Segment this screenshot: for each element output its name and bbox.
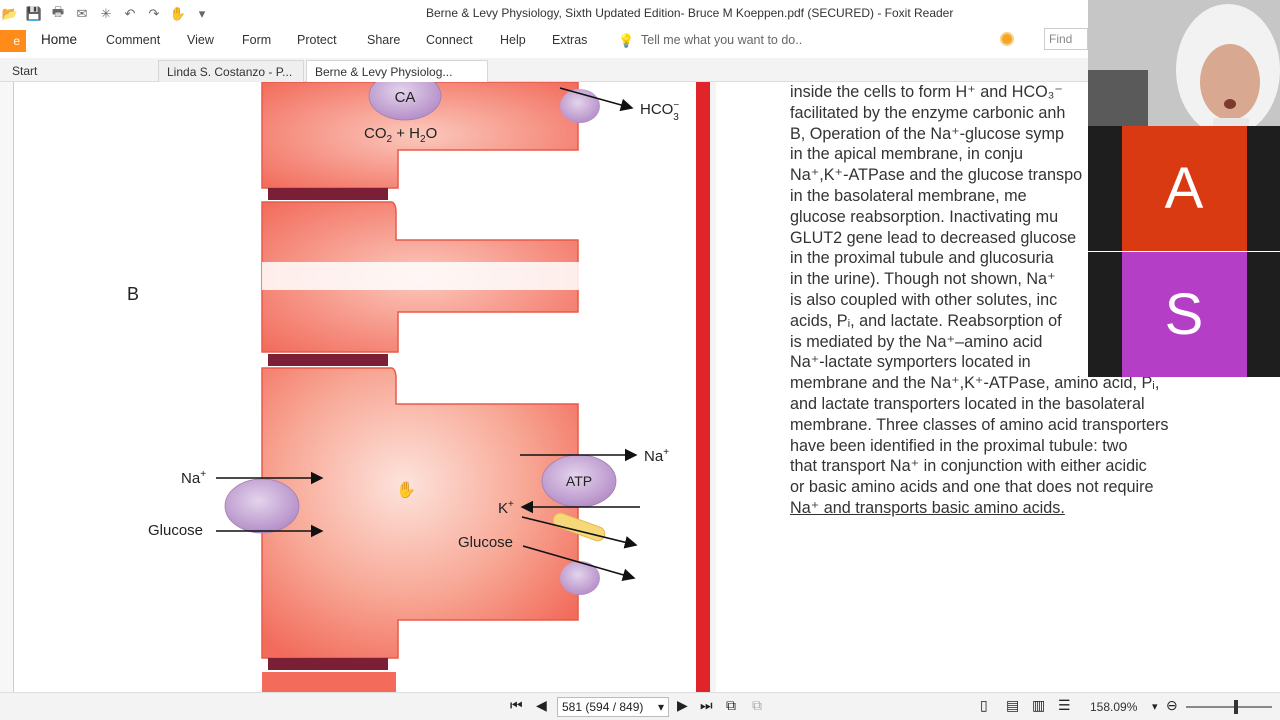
tell-me-search[interactable]: Tell me what you want to do.. bbox=[641, 33, 802, 47]
glucose-left-label: Glucose bbox=[148, 522, 203, 539]
tight-junction bbox=[268, 354, 388, 366]
save-icon[interactable]: 💾 bbox=[26, 6, 42, 22]
hand-cursor-icon: ✋ bbox=[396, 480, 416, 499]
text-line: or basic amino acids and one that does n… bbox=[790, 478, 1154, 497]
next-page-icon[interactable]: ▶ bbox=[677, 697, 688, 714]
ca-label: CA bbox=[395, 89, 416, 106]
tab-costanzo[interactable]: Linda S. Costanzo - P... bbox=[158, 60, 304, 82]
na-right-label: Na+ bbox=[644, 447, 669, 465]
menu-item-protect[interactable]: Protect bbox=[297, 33, 337, 47]
tab-label: Linda S. Costanzo - P... bbox=[167, 65, 293, 79]
continuous-facing-icon[interactable]: ☰ bbox=[1058, 697, 1071, 714]
reflow-icon[interactable]: ⧉ bbox=[752, 697, 762, 714]
document-tabs: Start Linda S. Costanzo - P... Berne & L… bbox=[0, 58, 1088, 94]
participant-avatar: S bbox=[1121, 252, 1247, 377]
tight-junction bbox=[268, 658, 388, 670]
menu-item-home[interactable]: Home bbox=[41, 32, 77, 47]
print-icon[interactable]: 🖶 bbox=[50, 4, 66, 22]
tab-label: Berne & Levy Physiolog... bbox=[315, 65, 453, 79]
tight-junction bbox=[268, 188, 388, 200]
last-page-icon[interactable]: ⏭ bbox=[700, 697, 713, 714]
page-number-text: 581 (594 / 849) bbox=[562, 700, 644, 714]
menu-item-share[interactable]: Share bbox=[367, 33, 400, 47]
participant-tile-s[interactable]: S bbox=[1088, 252, 1280, 377]
open-folder-icon[interactable]: 📂 bbox=[2, 6, 18, 22]
menu-item-form[interactable]: Form bbox=[242, 33, 271, 47]
smiley-icon[interactable] bbox=[1000, 32, 1014, 46]
text-line: and lactate transporters located in the … bbox=[790, 394, 1145, 413]
tab-berne-levy[interactable]: Berne & Levy Physiolog... ✕ bbox=[306, 60, 488, 94]
redo-icon[interactable]: ↷ bbox=[146, 6, 162, 22]
menu-item-comment[interactable]: Comment bbox=[106, 33, 160, 47]
tab-label: Start bbox=[12, 64, 38, 78]
menu-item-connect[interactable]: Connect bbox=[426, 33, 473, 47]
prev-page-icon[interactable]: ◀ bbox=[536, 697, 547, 714]
page-view-icon[interactable]: ⧉ bbox=[726, 697, 736, 714]
file-menu-button[interactable]: e bbox=[0, 30, 26, 52]
text-line: membrane. Three classes of amino acid tr… bbox=[790, 415, 1169, 434]
hco3-label: HCO− 3 bbox=[640, 100, 679, 123]
title-bar: 📂 💾 🖶 ✉ ✳ ↶ ↷ ✋ ▾ Berne & Levy Physiolog… bbox=[0, 0, 1088, 28]
zoom-slider-thumb[interactable] bbox=[1234, 700, 1238, 714]
left-gutter bbox=[0, 82, 14, 692]
email-icon[interactable]: ✉ bbox=[74, 6, 90, 22]
zoom-out-icon[interactable]: ⊖ bbox=[1166, 697, 1178, 714]
first-page-icon[interactable]: ⏮ bbox=[510, 697, 523, 714]
chevron-down-icon[interactable]: ▾ bbox=[194, 6, 210, 22]
undo-icon[interactable]: ↶ bbox=[122, 6, 138, 22]
status-bar: ⏮ ◀ 581 (594 / 849) ▾ ▶ ⏭ ⧉ ⧉ ▯ ▤ ▥ ☰ 15… bbox=[0, 692, 1280, 720]
facing-icon[interactable]: ▥ bbox=[1032, 697, 1045, 714]
window-title: Berne & Levy Physiology, Sixth Updated E… bbox=[426, 6, 954, 20]
text-line: that transport Na⁺ in conjunction with e… bbox=[790, 457, 1147, 476]
glucose-right-label: Glucose bbox=[458, 534, 513, 551]
na-glucose-symporter bbox=[224, 478, 300, 534]
new-icon[interactable]: ✳ bbox=[98, 6, 114, 22]
find-input[interactable]: Find bbox=[1044, 28, 1088, 50]
participant-avatar: A bbox=[1121, 126, 1247, 251]
zoom-slider[interactable] bbox=[1186, 700, 1272, 714]
single-page-icon[interactable]: ▯ bbox=[980, 697, 988, 714]
page-number-input[interactable]: 581 (594 / 849) ▾ bbox=[557, 697, 669, 717]
text-line: Na⁺ and transports basic amino acids. bbox=[790, 498, 1065, 517]
presenter-video bbox=[1088, 0, 1280, 126]
ribbon-menu: e Home Comment View Form Protect Share Connect… bbox=[0, 28, 1088, 54]
lightbulb-icon: 💡 bbox=[618, 33, 635, 48]
quick-access-toolbar: 📂 💾 🖶 ✉ ✳ ↶ ↷ ✋ ▾ bbox=[0, 4, 210, 22]
menu-item-extras[interactable]: Extras bbox=[552, 33, 587, 47]
main-cell bbox=[261, 367, 579, 659]
atp-label: ATP bbox=[566, 473, 592, 489]
tab-start[interactable]: Start bbox=[4, 60, 156, 82]
continuous-icon[interactable]: ▤ bbox=[1006, 697, 1019, 714]
chevron-down-icon[interactable]: ▾ bbox=[658, 700, 664, 714]
participant-tile-a[interactable]: A bbox=[1088, 126, 1280, 251]
zoom-level[interactable]: 158.09% bbox=[1090, 700, 1137, 714]
hand-tool-icon[interactable]: ✋ bbox=[170, 6, 186, 22]
page-edge-line bbox=[696, 82, 710, 692]
chevron-down-icon[interactable]: ▾ bbox=[1152, 700, 1158, 713]
text-line: have been identified in the proximal tub… bbox=[790, 436, 1128, 455]
menu-item-view[interactable]: View bbox=[187, 33, 214, 47]
menu-item-help[interactable]: Help bbox=[500, 33, 526, 47]
webcam-video bbox=[1088, 0, 1280, 126]
bottom-cell bbox=[262, 672, 396, 692]
na-left-label: Na+ bbox=[181, 469, 206, 487]
panel-label: B bbox=[127, 284, 139, 304]
